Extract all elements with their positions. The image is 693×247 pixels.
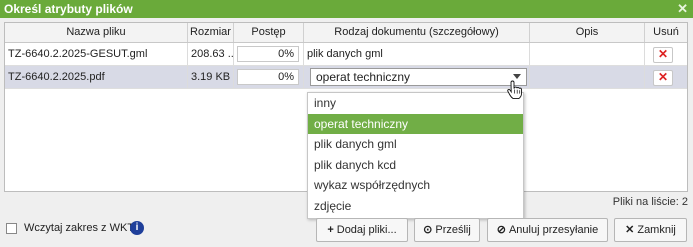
- description-value[interactable]: [530, 43, 645, 65]
- send-button[interactable]: ⊙ Prześlij: [414, 218, 480, 242]
- dialog-title: Określ atrybuty plików: [4, 2, 133, 16]
- chevron-down-icon[interactable]: [513, 74, 521, 79]
- progress-value: 0%: [237, 69, 299, 85]
- delete-file-button[interactable]: ✕: [653, 47, 673, 63]
- dropdown-option-highlighted[interactable]: operat techniczny: [308, 113, 523, 135]
- close-dialog-icon[interactable]: ✕: [677, 1, 688, 17]
- dropdown-option[interactable]: inny: [308, 93, 523, 114]
- delete-file-button[interactable]: ✕: [653, 70, 673, 86]
- plus-icon: +: [327, 224, 334, 236]
- close-label: Zamknij: [637, 224, 676, 236]
- add-files-label: Dodaj pliki...: [336, 224, 397, 236]
- dropdown-option[interactable]: plik danych gml: [308, 134, 523, 155]
- file-name: TZ-6640.2.2025-GESUT.gml: [5, 43, 188, 65]
- column-header-delete: Usuń: [653, 26, 679, 38]
- column-header-description[interactable]: Opis: [530, 23, 645, 42]
- file-size: 208.63 ...: [188, 43, 234, 65]
- hand-cursor-icon: [507, 80, 522, 100]
- dropdown-option[interactable]: plik danych kcd: [308, 155, 523, 176]
- dropdown-option[interactable]: zdjęcie: [308, 196, 523, 217]
- wkt-checkbox-label[interactable]: Wczytaj zakres z WKT: [24, 222, 134, 234]
- table-row-selected[interactable]: TZ-6640.2.2025.pdf 3.19 KB 0% operat tec…: [5, 66, 687, 89]
- table-header: Nazwa pliku Rozmiar Postęp Rodzaj dokume…: [5, 23, 687, 43]
- dialog-title-bar: Określ atrybuty plików ✕: [0, 0, 693, 18]
- file-count: Pliki na liście: 2: [612, 196, 688, 208]
- send-label: Prześlij: [435, 224, 471, 236]
- column-header-size[interactable]: Rozmiar: [188, 23, 234, 42]
- file-name: TZ-6640.2.2025.pdf: [5, 66, 188, 88]
- progress-value: 0%: [237, 46, 299, 62]
- wkt-checkbox[interactable]: [6, 223, 17, 234]
- column-header-name[interactable]: Nazwa pliku: [5, 23, 188, 42]
- dropdown-option[interactable]: wykaz współrzędnych: [308, 175, 523, 196]
- ban-icon: ⊘: [496, 224, 506, 236]
- cancel-upload-button[interactable]: ⊘ Anuluj przesyłanie: [487, 218, 608, 242]
- description-value[interactable]: [530, 66, 645, 88]
- table-row[interactable]: TZ-6640.2.2025-GESUT.gml 208.63 ... 0% p…: [5, 43, 687, 66]
- info-icon[interactable]: i: [130, 221, 144, 235]
- doc-type-selected: operat techniczny: [316, 70, 411, 84]
- add-files-button[interactable]: + Dodaj pliki...: [316, 218, 408, 242]
- file-size: 3.19 KB: [188, 66, 234, 88]
- column-header-progress[interactable]: Postęp: [234, 23, 304, 42]
- doc-type-dropdown: inny operat techniczny plik danych gml p…: [307, 92, 524, 219]
- column-header-doc-type[interactable]: Rodzaj dokumentu (szczegółowy): [304, 23, 530, 42]
- cancel-upload-label: Anuluj przesyłanie: [508, 224, 599, 236]
- close-button[interactable]: ✕ Zamknij: [614, 218, 687, 242]
- send-icon: ⊙: [423, 224, 433, 236]
- doc-type-value[interactable]: plik danych gml: [304, 43, 530, 65]
- close-icon: ✕: [625, 224, 635, 236]
- doc-type-select[interactable]: operat techniczny: [310, 68, 527, 86]
